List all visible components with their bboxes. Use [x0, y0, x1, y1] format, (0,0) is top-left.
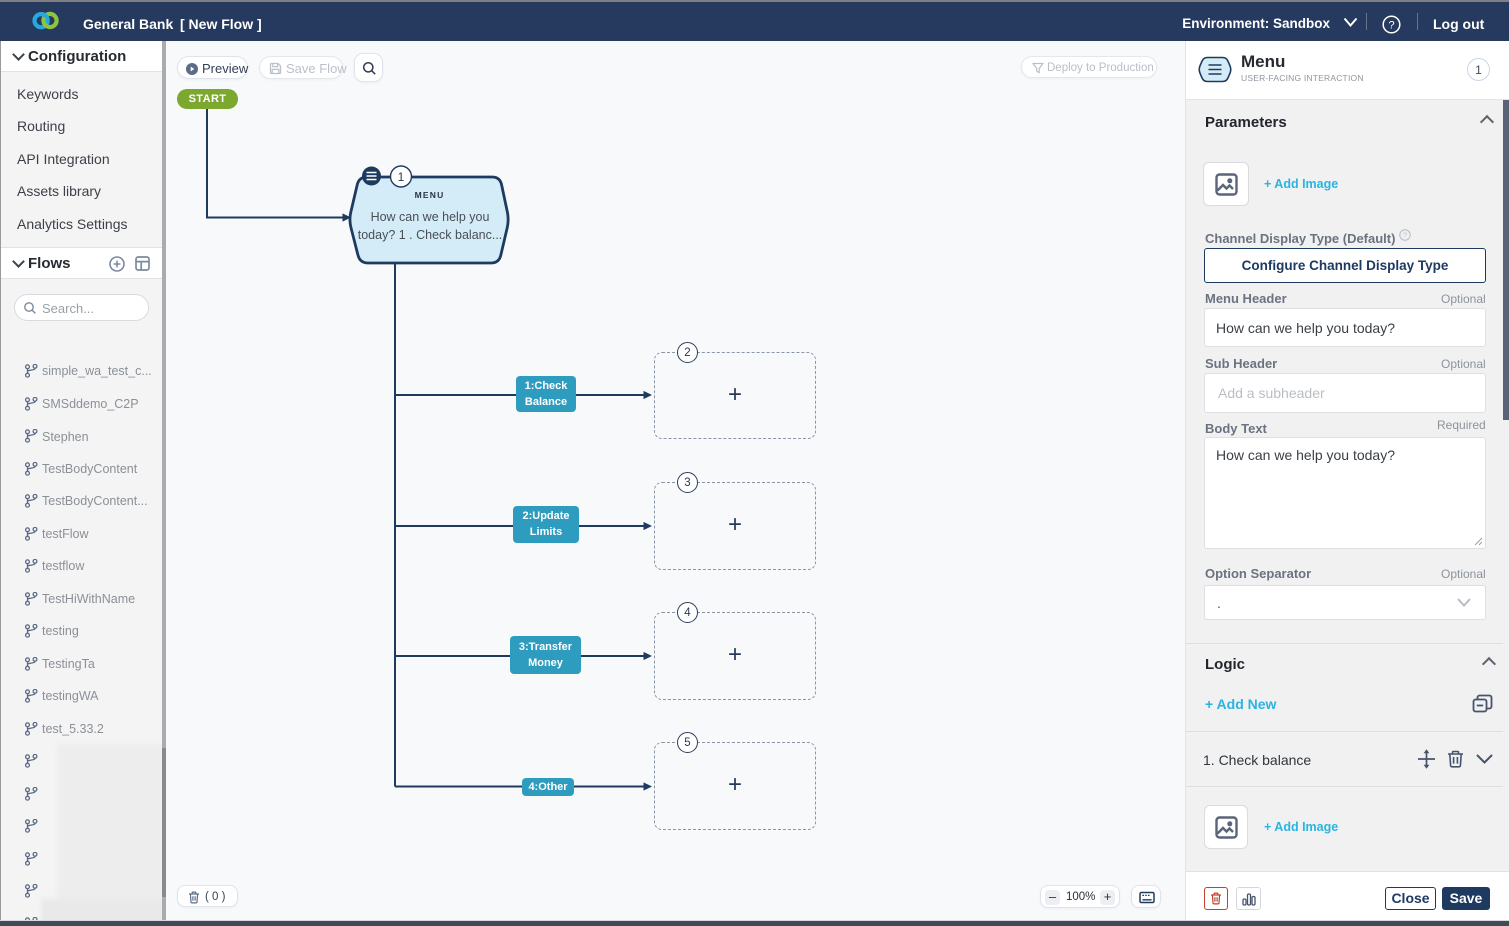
svg-text:?: ?: [1403, 231, 1407, 240]
